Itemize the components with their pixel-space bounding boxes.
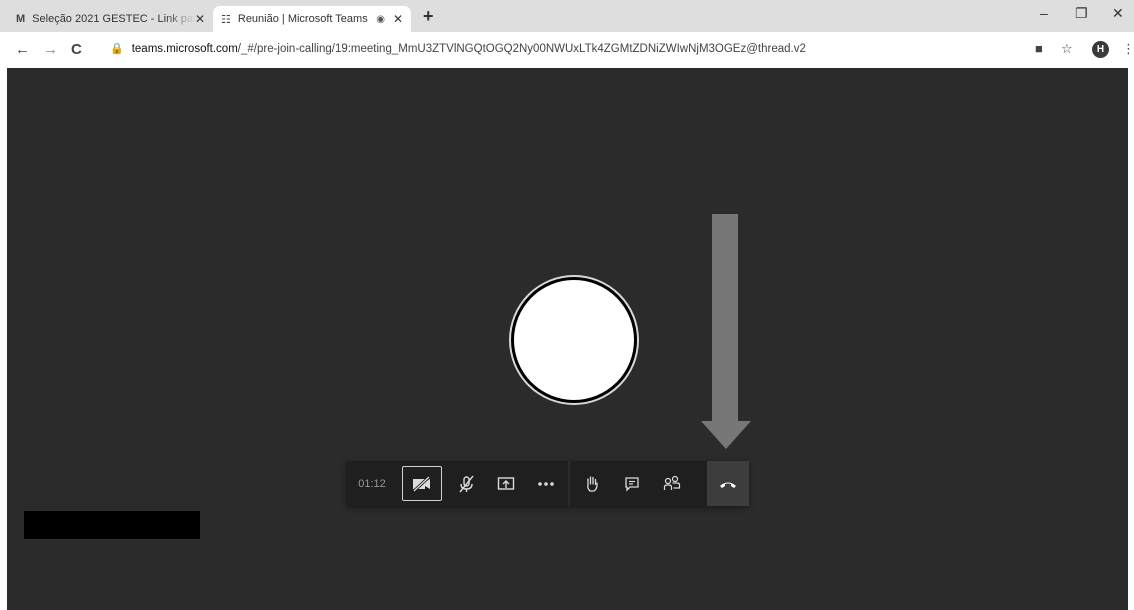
more-options-icon [538,481,554,486]
meeting-stage: 01:12 [7,68,1128,610]
recording-indicator-icon: ◉ [376,13,385,25]
new-tab-button[interactable]: + [423,6,434,27]
url-host: teams.microsoft.com [131,43,238,55]
mic-off-icon [459,475,474,492]
camera-toggle-button[interactable] [402,466,442,501]
tab-strip: M Seleção 2021 GESTEC - Link para ✕ ☷ Re… [0,0,1134,32]
profile-avatar[interactable]: H [1092,41,1109,58]
annotation-arrow-shaft [712,214,738,422]
browser-menu-icon[interactable]: ⋮ [1122,41,1134,57]
toolbar-divider [568,461,570,506]
participant-avatar [511,277,637,403]
bookmark-star-icon[interactable]: ☆ [1061,41,1073,57]
call-timer: 01:12 [358,477,386,490]
gmail-icon: M [16,13,26,25]
reload-button[interactable]: C [71,41,82,58]
close-tab-icon[interactable]: ✕ [393,12,403,26]
close-window-button[interactable]: ✕ [1112,5,1124,22]
raise-hand-button[interactable] [575,461,609,506]
call-controls-toolbar: 01:12 [346,461,749,506]
minimize-button[interactable]: – [1040,5,1048,21]
url-field[interactable]: 🔒 teams.microsoft.com/_#/pre-join-calling… [110,42,806,55]
chat-button[interactable] [615,461,649,506]
camera-off-icon [412,475,431,492]
redacted-name-label [24,511,200,539]
back-button[interactable]: ← [15,41,30,58]
share-screen-icon [497,476,515,490]
share-screen-button[interactable] [489,461,523,506]
participants-button[interactable] [655,461,689,506]
mic-toggle-button[interactable] [449,461,483,506]
restore-button[interactable]: ❐ [1075,5,1088,22]
lock-icon: 🔒 [110,43,124,55]
hang-up-button[interactable] [707,461,749,506]
close-tab-icon[interactable]: ✕ [195,12,205,26]
tab-teams[interactable]: ☷ Reunião | Microsoft Teams ◉ ✕ [213,6,411,32]
camera-in-use-icon[interactable]: ■ [1035,41,1043,56]
tab-gmail[interactable]: M Seleção 2021 GESTEC - Link para ✕ [8,6,213,32]
annotation-arrow-head [701,421,751,449]
address-bar: ← → C 🔒 teams.microsoft.com/_#/pre-join-c… [0,32,1134,68]
more-options-button[interactable] [529,461,563,506]
teams-icon: ☷ [221,13,231,26]
forward-button[interactable]: → [43,41,58,58]
tab-title: Seleção 2021 GESTEC - Link para [32,13,195,25]
participants-icon [663,475,681,490]
hang-up-icon [720,482,736,488]
url-path: /_#/pre-join-calling/19:meeting_MmU3ZTVl… [237,43,806,55]
tab-title: Reunião | Microsoft Teams [237,13,368,25]
chat-icon [625,476,639,492]
raise-hand-icon [587,475,598,492]
